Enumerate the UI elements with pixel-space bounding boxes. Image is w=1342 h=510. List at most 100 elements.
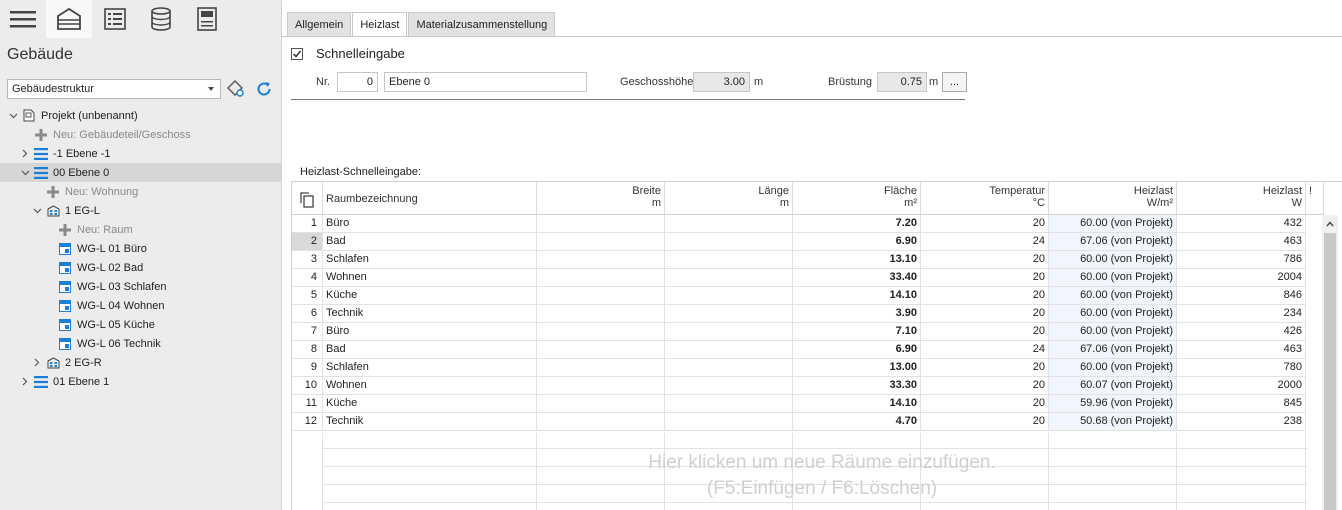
- structure-select[interactable]: Gebäudestruktur: [7, 79, 221, 99]
- cell-laenge[interactable]: [665, 215, 793, 233]
- scroll-thumb[interactable]: [1324, 233, 1336, 510]
- chevron-down-icon[interactable]: [20, 168, 30, 178]
- cell-temperatur[interactable]: 20: [921, 287, 1049, 305]
- cell-raumbezeichnung[interactable]: Technik: [323, 413, 537, 431]
- cell-breite[interactable]: [537, 305, 665, 323]
- level-name-field[interactable]: Ebene 0: [384, 72, 587, 92]
- cell-raumbezeichnung[interactable]: Küche: [323, 395, 537, 413]
- cell-raumbezeichnung[interactable]: Büro: [323, 323, 537, 341]
- cell-flaeche[interactable]: 33.30: [793, 377, 921, 395]
- table-row[interactable]: 4 Wohnen 33.40 20 60.00 (von Projekt) 2004: [292, 269, 1307, 287]
- calculator-button[interactable]: [184, 0, 230, 38]
- cell-nr[interactable]: 5: [292, 287, 323, 305]
- cell-nr[interactable]: 2: [292, 233, 323, 251]
- table-row[interactable]: 12 Technik 4.70 20 50.68 (von Projekt) 238: [292, 413, 1307, 431]
- cell-flaeche[interactable]: 7.10: [793, 323, 921, 341]
- tab-materialzusammenstellung[interactable]: Materialzusammenstellung: [408, 12, 556, 36]
- header-heizlast-wm2[interactable]: Heizlast W/m²: [1049, 182, 1177, 215]
- cell-nr[interactable]: 1: [292, 215, 323, 233]
- quick-input-checkbox[interactable]: [291, 48, 303, 60]
- cell-nr[interactable]: 4: [292, 269, 323, 287]
- cell-nr[interactable]: 7: [292, 323, 323, 341]
- cell-breite[interactable]: [537, 233, 665, 251]
- cell-flaeche[interactable]: 3.90: [793, 305, 921, 323]
- refresh-button[interactable]: [255, 80, 273, 101]
- cell-breite[interactable]: [537, 359, 665, 377]
- chevron-right-icon[interactable]: [20, 149, 30, 159]
- cell-laenge[interactable]: [665, 377, 793, 395]
- table-row[interactable]: 2 Bad 6.90 24 67.06 (von Projekt) 463: [292, 233, 1307, 251]
- table-row[interactable]: 7 Büro 7.10 20 60.00 (von Projekt) 426: [292, 323, 1307, 341]
- chevron-right-icon[interactable]: [20, 377, 30, 387]
- cell-heizlast-w[interactable]: 2000: [1177, 377, 1306, 395]
- settings-button[interactable]: [227, 80, 245, 101]
- cell-heizlast-wm2[interactable]: 60.00 (von Projekt): [1049, 215, 1177, 233]
- database-button[interactable]: [138, 0, 184, 38]
- table-row[interactable]: 1 Büro 7.20 20 60.00 (von Projekt) 432: [292, 215, 1307, 233]
- more-button[interactable]: ...: [942, 72, 967, 92]
- cell-raumbezeichnung[interactable]: Schlafen: [323, 359, 537, 377]
- list-button[interactable]: [92, 0, 138, 38]
- tree-item[interactable]: Neu: Gebäudeteil/Geschoss: [0, 125, 282, 144]
- cell-nr[interactable]: 6: [292, 305, 323, 323]
- tab-heizlast[interactable]: Heizlast: [352, 12, 408, 36]
- cell-flaeche[interactable]: 4.70: [793, 413, 921, 431]
- cell-laenge[interactable]: [665, 233, 793, 251]
- cell-laenge[interactable]: [665, 395, 793, 413]
- cell-nr[interactable]: 11: [292, 395, 323, 413]
- cell-heizlast-wm2[interactable]: 59.96 (von Projekt): [1049, 395, 1177, 413]
- cell-raumbezeichnung[interactable]: Wohnen: [323, 377, 537, 395]
- cell-raumbezeichnung[interactable]: Bad: [323, 233, 537, 251]
- nr-field[interactable]: 0: [337, 72, 378, 92]
- table-row[interactable]: 9 Schlafen 13.00 20 60.00 (von Projekt) 780: [292, 359, 1307, 377]
- table-row[interactable]: 6 Technik 3.90 20 60.00 (von Projekt) 234: [292, 305, 1307, 323]
- cell-flaeche[interactable]: 13.00: [793, 359, 921, 377]
- tree-item[interactable]: WG-L 01 Büro: [0, 239, 282, 258]
- table-row[interactable]: 11 Küche 14.10 20 59.96 (von Projekt) 845: [292, 395, 1307, 413]
- cell-flaeche[interactable]: 7.20: [793, 215, 921, 233]
- cell-heizlast-w[interactable]: 2004: [1177, 269, 1306, 287]
- cell-flaeche[interactable]: 33.40: [793, 269, 921, 287]
- grid-scrollbar[interactable]: [1322, 215, 1338, 510]
- tree-item[interactable]: WG-L 06 Technik: [0, 334, 282, 353]
- cell-heizlast-wm2[interactable]: 60.00 (von Projekt): [1049, 287, 1177, 305]
- cell-raumbezeichnung[interactable]: Wohnen: [323, 269, 537, 287]
- cell-breite[interactable]: [537, 251, 665, 269]
- empty-row[interactable]: [322, 503, 1307, 510]
- cell-nr[interactable]: 3: [292, 251, 323, 269]
- cell-laenge[interactable]: [665, 359, 793, 377]
- cell-heizlast-wm2[interactable]: 60.00 (von Projekt): [1049, 305, 1177, 323]
- cell-laenge[interactable]: [665, 341, 793, 359]
- cell-flaeche[interactable]: 13.10: [793, 251, 921, 269]
- cell-flaeche[interactable]: 14.10: [793, 287, 921, 305]
- cell-nr[interactable]: 10: [292, 377, 323, 395]
- scroll-up-button[interactable]: [1322, 217, 1338, 231]
- cell-temperatur[interactable]: 20: [921, 251, 1049, 269]
- cell-raumbezeichnung[interactable]: Schlafen: [323, 251, 537, 269]
- cell-heizlast-w[interactable]: 463: [1177, 341, 1306, 359]
- cell-laenge[interactable]: [665, 413, 793, 431]
- cell-temperatur[interactable]: 20: [921, 323, 1049, 341]
- tree-item[interactable]: 01 Ebene 1: [0, 372, 282, 391]
- header-raumbezeichnung[interactable]: Raumbezeichnung: [323, 182, 537, 215]
- cell-temperatur[interactable]: 20: [921, 377, 1049, 395]
- cell-nr[interactable]: 8: [292, 341, 323, 359]
- tree-item[interactable]: WG-L 02 Bad: [0, 258, 282, 277]
- cell-temperatur[interactable]: 20: [921, 305, 1049, 323]
- cell-heizlast-wm2[interactable]: 67.06 (von Projekt): [1049, 233, 1177, 251]
- cell-nr[interactable]: 9: [292, 359, 323, 377]
- cell-heizlast-wm2[interactable]: 60.00 (von Projekt): [1049, 269, 1177, 287]
- header-flaeche[interactable]: Fläche m²: [793, 182, 921, 215]
- cell-heizlast-w[interactable]: 780: [1177, 359, 1306, 377]
- table-row[interactable]: 10 Wohnen 33.30 20 60.07 (von Projekt) 2000: [292, 377, 1307, 395]
- cell-heizlast-w[interactable]: 426: [1177, 323, 1306, 341]
- cell-heizlast-wm2[interactable]: 60.07 (von Projekt): [1049, 377, 1177, 395]
- copy-button[interactable]: [292, 182, 323, 215]
- tree-item[interactable]: 00 Ebene 0: [0, 163, 282, 182]
- cell-heizlast-w[interactable]: 845: [1177, 395, 1306, 413]
- chevron-right-icon[interactable]: [32, 358, 42, 368]
- tree-item[interactable]: 2 EG-R: [0, 353, 282, 372]
- cell-raumbezeichnung[interactable]: Küche: [323, 287, 537, 305]
- cell-temperatur[interactable]: 20: [921, 269, 1049, 287]
- cell-flaeche[interactable]: 14.10: [793, 395, 921, 413]
